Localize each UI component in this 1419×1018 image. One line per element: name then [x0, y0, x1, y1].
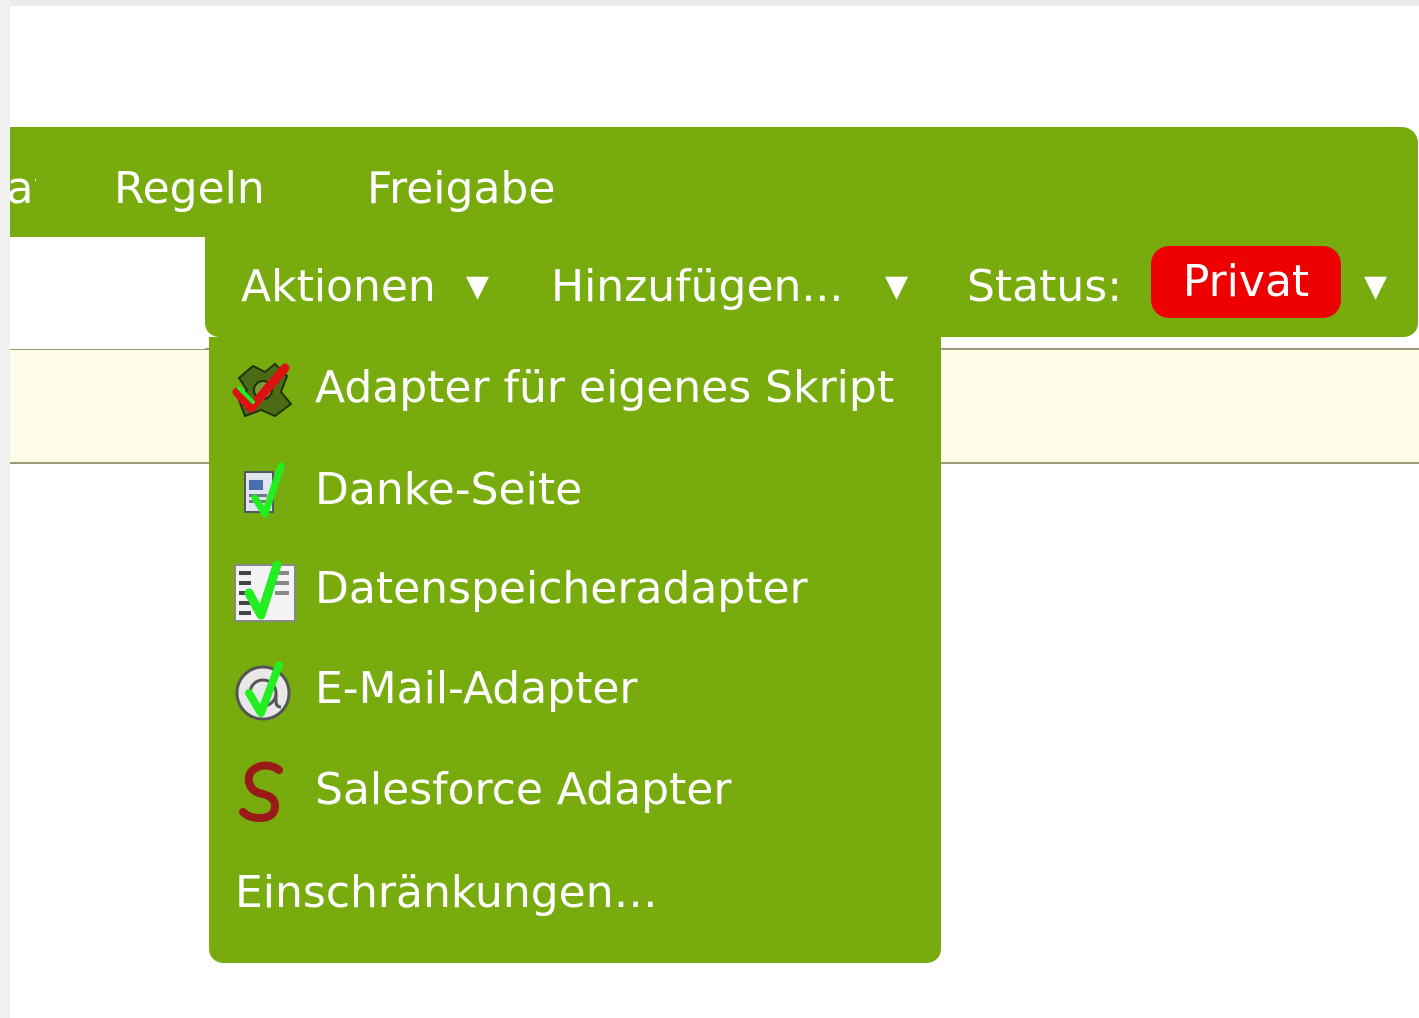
salesforce-icon — [231, 760, 297, 826]
menu-item-salesforce-adapter[interactable]: Salesforce Adapter — [231, 742, 931, 834]
window-top-border — [0, 0, 1419, 6]
tab-layout-partial[interactable]: Layout — [10, 162, 36, 216]
menu-item-label: E-Mail-Adapter — [315, 663, 638, 714]
menu-item-label: Salesforce Adapter — [315, 764, 732, 815]
menu-item-label: Danke-Seite — [315, 464, 583, 515]
menu-item-einschraenkungen[interactable]: Einschränkungen… — [231, 845, 931, 937]
window-left-border — [0, 0, 10, 1018]
tab-freigabe[interactable]: Freigabe — [367, 162, 555, 216]
menu-item-label: Adapter für eigenes Skript — [315, 362, 895, 413]
hinzufuegen-menu-button[interactable]: Hinzufügen... — [551, 260, 843, 314]
hinzufuegen-dropdown-arrow-icon[interactable]: ▼ — [885, 262, 908, 312]
tab-regeln[interactable]: Regeln — [114, 162, 265, 216]
menu-item-label: Einschränkungen… — [235, 867, 658, 918]
menu-item-datenspeicheradapter[interactable]: Datenspeicheradapter — [231, 541, 931, 633]
thank-you-page-icon — [231, 460, 297, 526]
aktionen-menu-button[interactable]: Aktionen — [241, 260, 436, 314]
custom-script-adapter-icon — [231, 358, 297, 424]
data-store-adapter-icon — [231, 559, 297, 625]
menu-item-danke-seite[interactable]: Danke-Seite — [231, 442, 931, 534]
status-badge[interactable]: Privat — [1151, 246, 1341, 318]
menu-item-custom-script-adapter[interactable]: Adapter für eigenes Skript — [231, 340, 931, 432]
status-label: Status: — [967, 261, 1123, 312]
toolbar-gap — [10, 237, 205, 349]
aktionen-dropdown-arrow-icon[interactable]: ▼ — [466, 262, 489, 312]
email-adapter-icon — [231, 659, 297, 725]
menu-item-label: Datenspeicheradapter — [315, 563, 808, 614]
status-dropdown-arrow-icon[interactable]: ▼ — [1364, 262, 1387, 312]
menu-item-email-adapter[interactable]: E-Mail-Adapter — [231, 641, 931, 733]
